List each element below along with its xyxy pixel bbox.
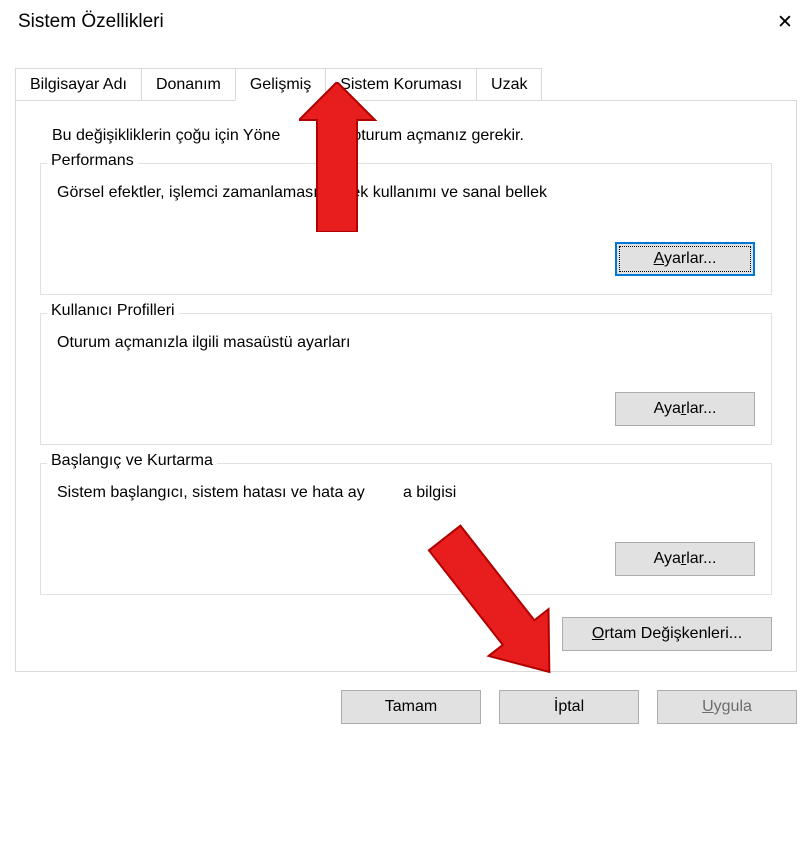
tab-computer-name[interactable]: Bilgisayar Adı [15, 68, 142, 100]
environment-variables-button[interactable]: Ortam Değişkenleri... [562, 617, 772, 651]
window-title: Sistem Özellikleri [18, 11, 164, 33]
ok-button[interactable]: Tamam [341, 690, 481, 724]
dialog-button-row: Tamam İptal Uygula [0, 672, 812, 724]
title-bar: Sistem Özellikleri ✕ [0, 0, 812, 44]
tab-system-protection[interactable]: Sistem Koruması [325, 68, 477, 100]
tab-remote[interactable]: Uzak [476, 68, 542, 100]
group-startup-recovery-desc: Sistem başlangıcı, sistem hatası ve hata… [57, 484, 755, 502]
tab-hardware[interactable]: Donanım [141, 68, 236, 100]
startup-recovery-settings-button[interactable]: Ayarlar... [615, 542, 755, 576]
performance-settings-button[interactable]: Ayarlar... [615, 242, 755, 276]
group-startup-recovery-legend: Başlangıç ve Kurtarma [47, 452, 217, 470]
tab-panel-advanced: Bu değişikliklerin çoğu için Yönetici ol… [15, 100, 797, 672]
group-user-profiles-desc: Oturum açmanızla ilgili masaüstü ayarlar… [57, 334, 755, 352]
user-profiles-settings-button[interactable]: Ayarlar... [615, 392, 755, 426]
intro-text: Bu değişikliklerin çoğu için Yönetici ol… [52, 127, 772, 145]
group-user-profiles-legend: Kullanıcı Profilleri [47, 302, 179, 320]
cancel-button[interactable]: İptal [499, 690, 639, 724]
group-performance-legend: Performans [47, 152, 138, 170]
group-startup-recovery: Başlangıç ve Kurtarma Sistem başlangıcı,… [40, 463, 772, 595]
group-performance: Performans Görsel efektler, işlemci zama… [40, 163, 772, 295]
group-performance-desc: Görsel efektler, işlemci zamanlaması, be… [57, 184, 755, 202]
apply-button[interactable]: Uygula [657, 690, 797, 724]
close-button[interactable]: ✕ [758, 0, 812, 44]
group-user-profiles: Kullanıcı Profilleri Oturum açmanızla il… [40, 313, 772, 445]
tab-strip: Bilgisayar Adı Donanım Gelişmiş Sistem K… [15, 68, 797, 100]
tab-advanced[interactable]: Gelişmiş [235, 68, 326, 101]
close-icon: ✕ [777, 13, 793, 32]
